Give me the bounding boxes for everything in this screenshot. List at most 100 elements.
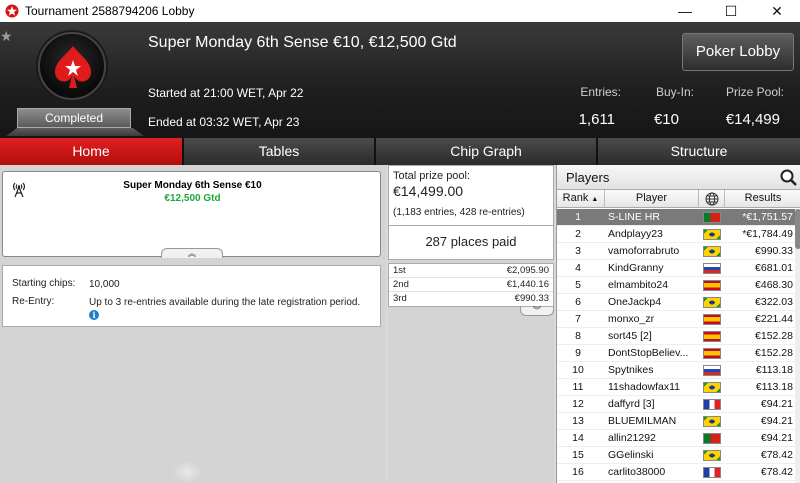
player-rank: 11 bbox=[572, 381, 584, 393]
player-name: OneJackp4 bbox=[608, 296, 662, 308]
collapse-info-toggle[interactable]: ︽ bbox=[161, 248, 223, 258]
column-rank-label: Rank bbox=[562, 192, 589, 204]
players-title: Players bbox=[566, 170, 610, 185]
info-guarantee: €12,500 Gtd bbox=[164, 193, 221, 204]
maximize-button[interactable]: ☐ bbox=[708, 0, 754, 22]
table-row[interactable]: 11 11shadowfax11 €113.18 bbox=[557, 379, 800, 396]
country-flag-icon bbox=[703, 280, 721, 291]
table-row[interactable]: 1 S-LINE HR *€1,751.57 bbox=[557, 209, 800, 226]
country-flag-icon bbox=[703, 365, 721, 376]
table-row[interactable]: 3 vamoforrabruto €990.33 bbox=[557, 243, 800, 260]
tournament-header: ★ Completed Super Monday 6th Sense €10, … bbox=[0, 22, 800, 138]
country-flag-icon bbox=[703, 229, 721, 240]
player-result: €152.28 bbox=[755, 347, 793, 359]
player-result: €94.21 bbox=[760, 415, 793, 427]
country-flag-icon bbox=[703, 450, 721, 461]
close-button[interactable]: ✕ bbox=[754, 0, 800, 22]
player-rank: 1 bbox=[575, 211, 581, 223]
table-row[interactable]: 7 monxo_zr €221.44 bbox=[557, 311, 800, 328]
prize-pool-entries: (1,183 entries, 428 re-entries) bbox=[393, 207, 525, 218]
payout-amount: €1,440.16 bbox=[506, 279, 549, 290]
player-name: BLUEMILMAN bbox=[608, 415, 677, 427]
country-flag-icon bbox=[703, 212, 721, 223]
player-result: €468.30 bbox=[755, 279, 793, 291]
table-row[interactable]: 16 carlito38000 €78.42 bbox=[557, 464, 800, 481]
player-name: S-LINE HR bbox=[608, 211, 660, 223]
player-rank: 4 bbox=[575, 262, 581, 274]
player-name: carlito38000 bbox=[608, 466, 666, 478]
column-results[interactable]: Results bbox=[725, 190, 800, 208]
country-flag-icon bbox=[703, 399, 721, 410]
column-country[interactable] bbox=[699, 190, 725, 208]
player-name: sort45 [2] bbox=[608, 330, 652, 342]
players-scrollbar-thumb[interactable] bbox=[795, 209, 800, 249]
prize-pool-value: €14,499.00 bbox=[393, 183, 464, 199]
reentry-value: Up to 3 re-entries available during the … bbox=[89, 297, 361, 308]
table-row[interactable]: 14 allin21292 €94.21 bbox=[557, 430, 800, 447]
player-result: €322.03 bbox=[755, 296, 793, 308]
payout-row: 2nd €1,440.16 bbox=[389, 278, 553, 292]
player-result: €94.21 bbox=[760, 432, 793, 444]
expand-payouts-toggle[interactable]: ︾ bbox=[520, 307, 554, 316]
prize-pool-label: Total prize pool: bbox=[393, 170, 471, 182]
column-player[interactable]: Player bbox=[605, 190, 699, 208]
player-result: €152.28 bbox=[755, 330, 793, 342]
table-row[interactable]: 10 Spytnikes €113.18 bbox=[557, 362, 800, 379]
favorite-star-icon[interactable]: ★ bbox=[0, 28, 13, 45]
player-rank: 6 bbox=[575, 296, 581, 308]
lobby-tabs: Home Tables Chip Graph Structure bbox=[0, 138, 800, 165]
country-flag-icon bbox=[703, 467, 721, 478]
country-flag-icon bbox=[703, 433, 721, 444]
table-row[interactable]: 12 daffyrd [3] €94.21 bbox=[557, 396, 800, 413]
payout-list: 1st €2,095.90 2nd €1,440.16 3rd €990.33 bbox=[388, 263, 554, 307]
tournament-details-box: Starting chips: 10,000 Re-Entry: Up to 3… bbox=[2, 265, 381, 327]
player-rank: 14 bbox=[572, 432, 584, 444]
player-result: €94.21 bbox=[760, 398, 793, 410]
player-rank: 7 bbox=[575, 313, 581, 325]
player-rank: 15 bbox=[572, 449, 584, 461]
tournament-title: Super Monday 6th Sense €10, €12,500 Gtd bbox=[148, 34, 457, 51]
reentry-label: Re-Entry: bbox=[12, 296, 55, 307]
players-scrollbar[interactable] bbox=[795, 209, 800, 483]
player-result: €78.42 bbox=[760, 466, 793, 478]
player-rank: 5 bbox=[575, 279, 581, 291]
prize-panel: Total prize pool: €14,499.00 (1,183 entr… bbox=[388, 165, 554, 483]
table-row[interactable]: 13 BLUEMILMAN €94.21 bbox=[557, 413, 800, 430]
reentry-value-block: Up to 3 re-entries available during the … bbox=[89, 296, 369, 322]
pokerstars-app-icon bbox=[5, 4, 19, 18]
table-row[interactable]: 5 elmambito24 €468.30 bbox=[557, 277, 800, 294]
prizepool-label: Prize Pool: bbox=[725, 85, 784, 99]
buyin-label: Buy-In: bbox=[655, 85, 694, 99]
starting-chips-value: 10,000 bbox=[89, 279, 120, 290]
info-icon[interactable]: i bbox=[89, 310, 99, 320]
payout-amount: €2,095.90 bbox=[506, 265, 549, 276]
search-icon[interactable] bbox=[779, 168, 799, 188]
table-row[interactable]: 2 Andplayy23 *€1,784.49 bbox=[557, 226, 800, 243]
player-name: DontStopBeliev... bbox=[608, 347, 689, 359]
player-name: Spytnikes bbox=[608, 364, 654, 376]
payout-place: 3rd bbox=[393, 293, 407, 304]
table-row[interactable]: 4 KindGranny €681.01 bbox=[557, 260, 800, 277]
minimize-button[interactable]: — bbox=[662, 0, 708, 22]
table-row[interactable]: 6 OneJackp4 €322.03 bbox=[557, 294, 800, 311]
sort-ascending-icon: ▲ bbox=[591, 196, 599, 203]
player-name: elmambito24 bbox=[608, 279, 669, 291]
started-time: Started at 21:00 WET, Apr 22 bbox=[148, 86, 304, 100]
country-flag-icon bbox=[703, 314, 721, 325]
country-flag-icon bbox=[703, 382, 721, 393]
tab-home[interactable]: Home bbox=[0, 138, 184, 165]
tab-structure[interactable]: Structure bbox=[598, 138, 800, 165]
tab-chip-graph[interactable]: Chip Graph bbox=[376, 138, 598, 165]
prize-pool-box: Total prize pool: €14,499.00 (1,183 entr… bbox=[388, 165, 554, 226]
player-result: €113.18 bbox=[755, 364, 793, 376]
player-name: Andplayy23 bbox=[608, 228, 663, 240]
column-rank[interactable]: Rank ▲ bbox=[557, 190, 605, 208]
country-flag-icon bbox=[703, 331, 721, 342]
player-name: KindGranny bbox=[608, 262, 664, 274]
table-row[interactable]: 8 sort45 [2] €152.28 bbox=[557, 328, 800, 345]
table-row[interactable]: 15 GGelinski €78.42 bbox=[557, 447, 800, 464]
country-flag-icon bbox=[703, 416, 721, 427]
tab-tables[interactable]: Tables bbox=[184, 138, 376, 165]
poker-lobby-button[interactable]: Poker Lobby bbox=[682, 33, 794, 71]
table-row[interactable]: 9 DontStopBeliev... €152.28 bbox=[557, 345, 800, 362]
